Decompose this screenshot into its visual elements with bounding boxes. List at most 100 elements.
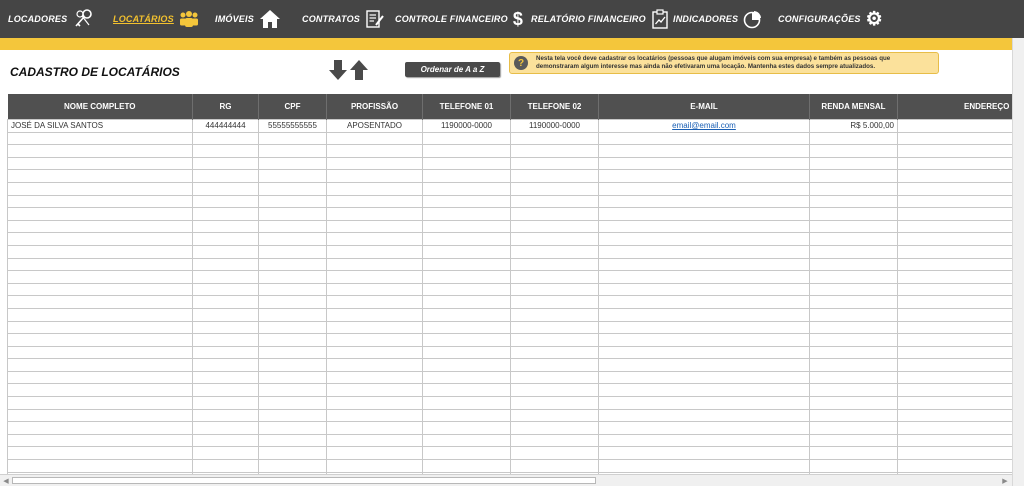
nav-configuracoes[interactable]: CONFIGURAÇÕES ⚙	[778, 0, 883, 38]
column-header-renda-mensal[interactable]: RENDA MENSAL	[809, 94, 898, 120]
empty-cell[interactable]	[7, 433, 193, 448]
empty-cell[interactable]	[809, 421, 898, 435]
empty-cell[interactable]	[598, 307, 810, 322]
cell-profissao[interactable]: APOSENTADO	[326, 119, 423, 133]
empty-cell[interactable]	[192, 156, 259, 171]
empty-cell[interactable]	[510, 358, 599, 372]
empty-cell[interactable]	[258, 459, 327, 473]
empty-cell[interactable]	[7, 131, 193, 146]
empty-cell[interactable]	[326, 181, 423, 196]
empty-cell[interactable]	[897, 408, 1012, 423]
empty-cell[interactable]	[192, 358, 259, 372]
empty-cell[interactable]	[510, 144, 599, 158]
empty-cell[interactable]	[422, 270, 511, 284]
empty-cell[interactable]	[598, 333, 810, 347]
empty-cell[interactable]	[258, 207, 327, 221]
empty-cell[interactable]	[192, 181, 259, 196]
empty-cell[interactable]	[258, 307, 327, 322]
empty-cell[interactable]	[326, 219, 423, 234]
empty-cell[interactable]	[422, 459, 511, 473]
empty-cell[interactable]	[809, 156, 898, 171]
nav-imoveis[interactable]: IMÓVEIS	[215, 0, 281, 38]
empty-cell[interactable]	[326, 396, 423, 410]
empty-cell[interactable]	[258, 257, 327, 272]
empty-cell[interactable]	[422, 257, 511, 272]
empty-cell[interactable]	[510, 207, 599, 221]
column-header-cpf[interactable]: CPF	[258, 94, 327, 120]
column-header-profissao[interactable]: PROFISSÃO	[326, 94, 423, 120]
empty-cell[interactable]	[422, 446, 511, 461]
empty-cell[interactable]	[897, 358, 1012, 372]
column-header-rg[interactable]: RG	[192, 94, 259, 120]
empty-cell[interactable]	[809, 257, 898, 272]
empty-cell[interactable]	[510, 320, 599, 335]
empty-cell[interactable]	[422, 156, 511, 171]
empty-cell[interactable]	[422, 408, 511, 423]
empty-cell[interactable]	[510, 433, 599, 448]
column-header-telefone-02[interactable]: TELEFONE 02	[510, 94, 599, 120]
cell-endereco[interactable]: RUA ELISABETH	[897, 119, 1012, 133]
empty-cell[interactable]	[7, 257, 193, 272]
empty-cell[interactable]	[510, 396, 599, 410]
empty-cell[interactable]	[422, 244, 511, 259]
empty-cell[interactable]	[897, 232, 1012, 246]
empty-cell[interactable]	[7, 282, 193, 297]
empty-cell[interactable]	[258, 421, 327, 435]
empty-cell[interactable]	[809, 194, 898, 209]
empty-cell[interactable]	[510, 383, 599, 398]
empty-cell[interactable]	[258, 396, 327, 410]
empty-cell[interactable]	[192, 282, 259, 297]
empty-cell[interactable]	[510, 295, 599, 309]
empty-cell[interactable]	[192, 169, 259, 183]
horizontal-scroll-thumb[interactable]	[12, 477, 596, 484]
empty-cell[interactable]	[897, 207, 1012, 221]
empty-cell[interactable]	[510, 169, 599, 183]
empty-cell[interactable]	[258, 433, 327, 448]
empty-cell[interactable]	[326, 320, 423, 335]
empty-cell[interactable]	[326, 295, 423, 309]
empty-cell[interactable]	[598, 270, 810, 284]
empty-cell[interactable]	[7, 370, 193, 385]
empty-cell[interactable]	[897, 333, 1012, 347]
empty-cell[interactable]	[258, 181, 327, 196]
empty-cell[interactable]	[192, 219, 259, 234]
empty-cell[interactable]	[422, 232, 511, 246]
empty-cell[interactable]	[192, 257, 259, 272]
empty-cell[interactable]	[809, 459, 898, 473]
empty-cell[interactable]	[598, 194, 810, 209]
empty-cell[interactable]	[326, 194, 423, 209]
empty-cell[interactable]	[326, 333, 423, 347]
empty-cell[interactable]	[809, 333, 898, 347]
empty-cell[interactable]	[598, 219, 810, 234]
empty-cell[interactable]	[897, 370, 1012, 385]
nav-indicadores[interactable]: INDICADORES	[673, 0, 763, 38]
empty-cell[interactable]	[326, 244, 423, 259]
cell-email-link[interactable]: email@email.com	[598, 119, 810, 133]
empty-cell[interactable]	[7, 194, 193, 209]
nav-locatarios[interactable]: LOCATÁRIOS	[113, 0, 199, 38]
empty-cell[interactable]	[897, 433, 1012, 448]
empty-cell[interactable]	[897, 131, 1012, 146]
vertical-scrollbar[interactable]	[1012, 38, 1024, 486]
empty-cell[interactable]	[258, 408, 327, 423]
empty-cell[interactable]	[422, 396, 511, 410]
empty-cell[interactable]	[258, 358, 327, 372]
empty-cell[interactable]	[510, 282, 599, 297]
empty-cell[interactable]	[192, 307, 259, 322]
empty-cell[interactable]	[510, 421, 599, 435]
empty-cell[interactable]	[192, 333, 259, 347]
empty-cell[interactable]	[326, 144, 423, 158]
empty-cell[interactable]	[897, 421, 1012, 435]
empty-cell[interactable]	[510, 270, 599, 284]
empty-cell[interactable]	[422, 370, 511, 385]
empty-cell[interactable]	[258, 320, 327, 335]
empty-cell[interactable]	[326, 383, 423, 398]
empty-cell[interactable]	[809, 446, 898, 461]
scroll-right-icon[interactable]: ▶	[1000, 476, 1010, 486]
empty-cell[interactable]	[7, 345, 193, 360]
column-header-nome[interactable]: NOME COMPLETO	[7, 94, 193, 120]
empty-cell[interactable]	[7, 144, 193, 158]
empty-cell[interactable]	[326, 282, 423, 297]
empty-cell[interactable]	[258, 295, 327, 309]
empty-cell[interactable]	[422, 433, 511, 448]
